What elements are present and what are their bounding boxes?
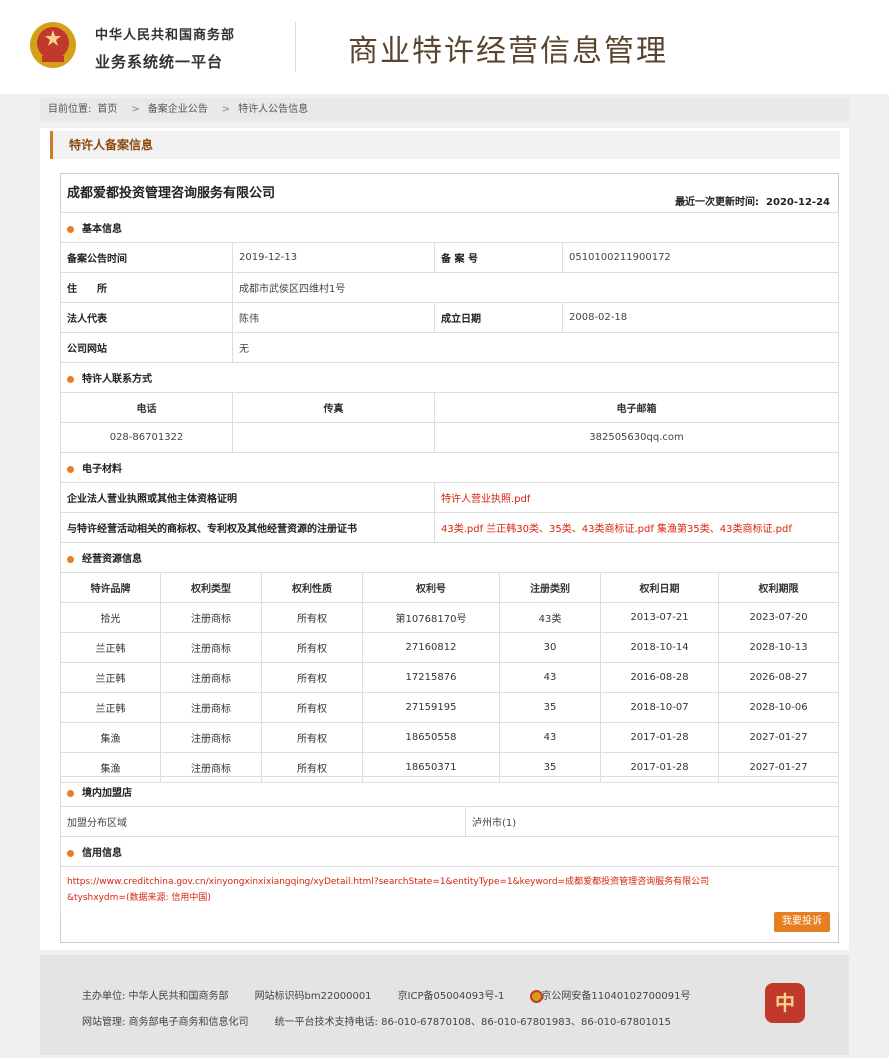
col-right-type: 权利类型 — [160, 572, 262, 603]
founded-label: 成立日期 — [434, 302, 563, 333]
org-name: 中华人民共和国商务部 业务系统统一平台 — [95, 24, 235, 72]
phone-value: 028-86701322 — [60, 422, 233, 453]
footer-sponsor: 主办单位: 中华人民共和国商务部 — [82, 991, 229, 1002]
website-label: 公司网站 — [60, 332, 233, 363]
founded-value: 2008-02-18 — [562, 302, 839, 333]
breadcrumb-separator: > — [131, 104, 140, 115]
breadcrumb-separator: > — [221, 104, 231, 115]
stores-table: 境内加盟店 加盟分布区域 泸州市(1) — [60, 776, 839, 837]
col-right-term: 权利期限 — [718, 572, 839, 603]
col-right-nature: 权利性质 — [261, 572, 363, 603]
section-credit: 信用信息 — [60, 836, 839, 867]
panel-title: 特许人备案信息 — [50, 131, 840, 159]
main-panel: 特许人备案信息 成都爱都投资管理咨询服务有限公司 最近一次更新时间: 2020-… — [40, 128, 849, 950]
record-no-value: 0510100211900172 — [562, 242, 839, 273]
breadcrumb-current: 特许人公告信息 — [238, 104, 309, 115]
section-resources: 经营资源信息 — [60, 542, 839, 573]
site-footer: 主办单位: 中华人民共和国商务部 网站标识码bm22000001 京ICP备0500… — [40, 955, 849, 1055]
basic-info-table: 基本信息 备案公告时间 2019-12-13 备 案 号 05101002119… — [60, 212, 839, 363]
bullet-icon — [67, 849, 74, 857]
fax-value — [232, 422, 435, 453]
email-value: 382505630qq.com — [434, 422, 839, 453]
phone-header: 电话 — [60, 392, 233, 423]
breadcrumb-home[interactable]: 首页 — [97, 104, 117, 115]
national-emblem-icon — [30, 22, 76, 68]
table-row: 兰正韩 注册商标 所有权 27160812 30 2018-10-14 2028-10-13 — [60, 632, 839, 663]
table-row: 集渔 注册商标 所有权 18650558 43 2017-01-28 2027-01-27 — [60, 722, 839, 753]
org-line1: 中华人民共和国商务部 — [95, 28, 236, 43]
col-reg-class: 注册类别 — [499, 572, 601, 603]
bullet-icon — [67, 225, 74, 233]
section-stores: 境内加盟店 — [60, 776, 839, 807]
website-value: 无 — [232, 332, 839, 363]
footer-support: 统一平台技术支持电话: 86-010-67870108、86-010-67801… — [274, 1017, 671, 1028]
last-update: 最近一次更新时间: 2020-12-24 — [675, 193, 830, 208]
breadcrumb-prefix: 目前位置: — [48, 104, 92, 115]
footer-icp[interactable]: 京ICP备05004093号-1 — [398, 991, 505, 1002]
credit-link[interactable]: https://www.creditchina.gov.cn/xinyongxi… — [60, 866, 839, 913]
region-label: 加盟分布区域 — [60, 806, 466, 837]
footer-site-id: 网站标识码bm22000001 — [254, 991, 372, 1002]
email-header: 电子邮箱 — [434, 392, 839, 423]
section-materials: 电子材料 — [60, 452, 839, 483]
materials-table: 电子材料 企业法人营业执照或其他主体资格证明 特许人营业执照.pdf 与特许经营… — [60, 452, 839, 543]
credit-table: 信用信息 https://www.creditchina.gov.cn/xiny… — [60, 836, 839, 913]
resources-table: 经营资源信息 特许品牌 权利类型 权利性质 权利号 注册类别 权利日期 权利期限… — [60, 542, 839, 783]
bullet-icon — [67, 375, 74, 383]
resources-header-row: 特许品牌 权利类型 权利性质 权利号 注册类别 权利日期 权利期限 — [60, 572, 839, 603]
site-header: 中华人民共和国商务部 业务系统统一平台 商业特许经营信息管理 — [0, 0, 889, 94]
table-row: 兰正韩 注册商标 所有权 17215876 43 2016-08-28 2026-08-27 — [60, 662, 839, 693]
publish-time-label: 备案公告时间 — [60, 242, 233, 273]
trademark-cert-links[interactable]: 43类.pdf 兰正韩30类、35类、43类商标证.pdf 集渔第35类、43类… — [434, 512, 839, 543]
org-line2: 业务系统统一平台 — [95, 53, 224, 71]
breadcrumb-announcements[interactable]: 备案企业公告 — [148, 104, 208, 115]
col-right-date: 权利日期 — [600, 572, 719, 603]
fax-header: 传真 — [232, 392, 435, 423]
trademark-cert-label: 与特许经营活动相关的商标权、专利权及其他经营资源的注册证书 — [60, 512, 435, 543]
footer-row-1: 主办单位: 中华人民共和国商务部 网站标识码bm22000001 京ICP备0500… — [82, 987, 742, 1003]
legal-rep-label: 法人代表 — [60, 302, 233, 333]
gov-badge-icon[interactable]: 中 — [765, 983, 805, 1023]
col-right-no: 权利号 — [362, 572, 500, 603]
company-name: 成都爱都投资管理咨询服务有限公司 — [67, 186, 276, 201]
header-divider — [295, 22, 296, 72]
bullet-icon — [67, 789, 74, 797]
last-update-value: 2020-12-24 — [766, 197, 830, 208]
section-basic: 基本信息 — [60, 212, 839, 243]
table-row: 兰正韩 注册商标 所有权 27159195 35 2018-10-07 2028-10-06 — [60, 692, 839, 723]
record-no-label: 备 案 号 — [434, 242, 563, 273]
legal-rep-value: 陈伟 — [232, 302, 435, 333]
contact-table: 特许人联系方式 电话 传真 电子邮箱 028-86701322 38250563… — [60, 362, 839, 453]
footer-row-2: 网站管理: 商务部电子商务和信息化司 统一平台技术支持电话: 86-010-678… — [82, 1013, 697, 1028]
table-row: 拾光 注册商标 所有权 第10768170号 43类 2013-07-21 2023-07-… — [60, 602, 839, 633]
breadcrumb: 目前位置: 首页 > 备案企业公告 > 特许人公告信息 — [40, 98, 849, 122]
footer-police[interactable]: 京公网安备11040102700091号 — [530, 989, 716, 1003]
license-label: 企业法人营业执照或其他主体资格证明 — [60, 482, 435, 513]
site-title: 商业特许经营信息管理 — [348, 34, 668, 69]
publish-time-value: 2019-12-13 — [232, 242, 435, 273]
bullet-icon — [67, 555, 74, 563]
address-value: 成都市武侯区四维村1号 — [232, 272, 839, 303]
section-contact: 特许人联系方式 — [60, 362, 839, 393]
franchisor-box: 成都爱都投资管理咨询服务有限公司 最近一次更新时间: 2020-12-24 基本… — [60, 173, 839, 943]
col-brand: 特许品牌 — [60, 572, 161, 603]
address-label: 住 所 — [60, 272, 233, 303]
region-value: 泸州市(1) — [465, 806, 839, 837]
license-file-link[interactable]: 特许人营业执照.pdf — [434, 482, 839, 513]
last-update-label: 最近一次更新时间: — [675, 197, 760, 208]
bullet-icon — [67, 465, 74, 473]
report-button[interactable]: 我要投诉 — [774, 912, 830, 932]
footer-maintainer: 网站管理: 商务部电子商务和信息化司 — [82, 1017, 249, 1028]
